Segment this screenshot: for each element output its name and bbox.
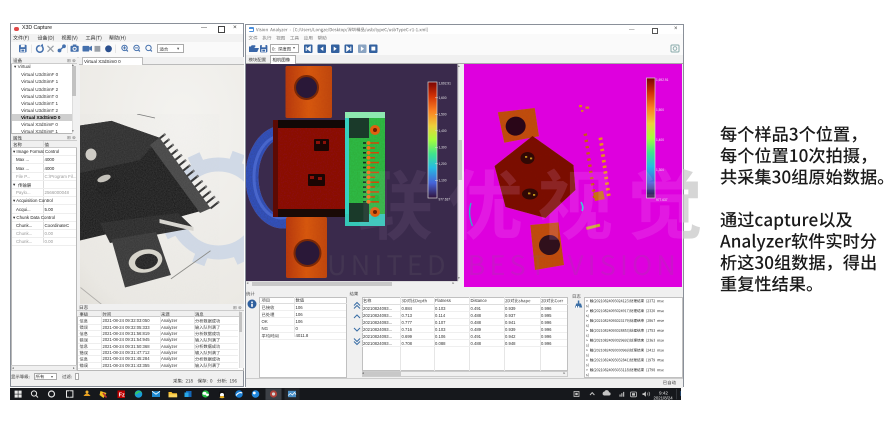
svg-text:977.637: 977.637 [439,198,451,202]
svg-text:2021/8/24: 2021/8/24 [654,395,674,400]
svg-text:1,692.91: 1,692.91 [656,78,669,82]
svg-text:977.637: 977.637 [656,198,668,202]
svg-text:1,100: 1,100 [439,179,447,183]
svg-text:1,500: 1,500 [439,113,447,117]
svg-text:Fz: Fz [119,393,125,399]
svg-text:1,400: 1,400 [656,138,664,142]
svg-text:1,400: 1,400 [439,129,447,133]
svg-text:1,692.91: 1,692.91 [439,82,452,86]
svg-text:1,500: 1,500 [656,108,664,112]
svg-text:1,600: 1,600 [439,96,447,100]
svg-text:1,300: 1,300 [439,146,447,150]
svg-text:1,200: 1,200 [439,162,447,166]
svg-text:1,300: 1,300 [656,168,664,172]
